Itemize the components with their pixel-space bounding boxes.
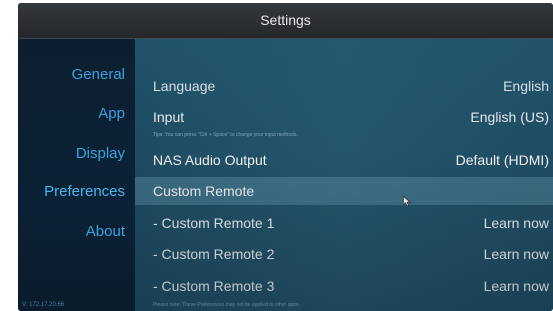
settings-panel: Language English Input English (US) Tips… (135, 39, 553, 311)
version-label: V: 172.17.20.66 (22, 302, 65, 308)
custom-remote-3-row[interactable]: - Custom Remote 3 Learn now (135, 272, 553, 300)
custom-remote-1-label: - Custom Remote 1 (153, 215, 275, 231)
language-label: Language (153, 78, 216, 94)
window-title: Settings (18, 3, 553, 39)
custom-remote-row[interactable]: Custom Remote (135, 177, 553, 205)
mouse-cursor-icon (403, 196, 411, 207)
sidebar-item-preferences[interactable]: Preferences (18, 181, 125, 203)
custom-remote-2-learn-button[interactable]: Learn now (484, 240, 549, 268)
sidebar-item-display[interactable]: Display (18, 143, 125, 165)
custom-remote-2-label: - Custom Remote 2 (153, 246, 275, 262)
nas-audio-output-row[interactable]: NAS Audio Output Default (HDMI) (135, 146, 553, 174)
footer-note: Please note: These Preferences may not b… (153, 302, 300, 308)
settings-window: Settings General App Display Preferences… (18, 3, 553, 311)
custom-remote-3-learn-button[interactable]: Learn now (484, 272, 549, 300)
input-value[interactable]: English (US) (470, 103, 549, 131)
language-row[interactable]: Language English (135, 72, 553, 100)
input-row[interactable]: Input English (US) (135, 103, 553, 131)
custom-remote-1-learn-button[interactable]: Learn now (484, 209, 549, 237)
sidebar-item-app[interactable]: App (18, 103, 125, 125)
nas-audio-output-value[interactable]: Default (HDMI) (456, 146, 549, 174)
input-label: Input (153, 109, 185, 125)
custom-remote-1-row[interactable]: - Custom Remote 1 Learn now (135, 209, 553, 237)
nas-audio-output-label: NAS Audio Output (153, 152, 267, 168)
custom-remote-3-label: - Custom Remote 3 (153, 278, 275, 294)
custom-remote-label: Custom Remote (153, 183, 255, 199)
sidebar-item-about[interactable]: About (18, 221, 125, 243)
sidebar-item-general[interactable]: General (18, 64, 125, 86)
sidebar: General App Display Preferences About V:… (18, 39, 135, 311)
input-hint: Tips: You can press "Ctrl + Space" to ch… (153, 132, 298, 138)
custom-remote-2-row[interactable]: - Custom Remote 2 Learn now (135, 240, 553, 268)
language-value[interactable]: English (503, 72, 549, 100)
